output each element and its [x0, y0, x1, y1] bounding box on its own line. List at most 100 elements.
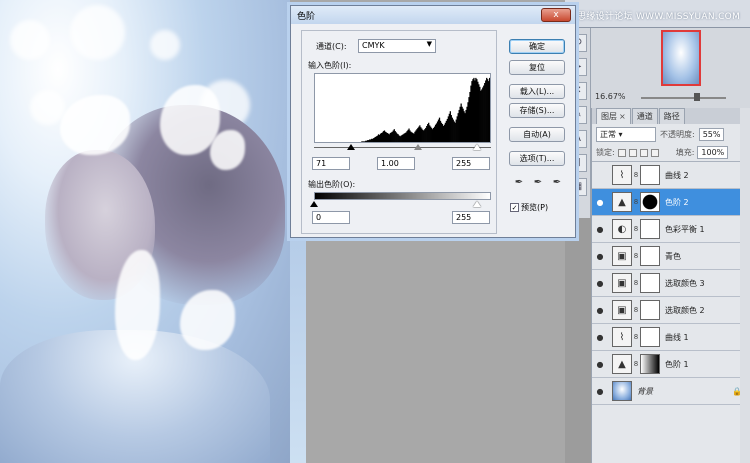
- histogram-bar: [489, 77, 490, 142]
- preview-checkbox[interactable]: ✓ 预览(P): [510, 202, 548, 213]
- bokeh-light: [10, 20, 50, 60]
- opacity-field[interactable]: 55%: [698, 127, 725, 141]
- white-eyedropper-icon[interactable]: ✒: [551, 177, 563, 189]
- layer-row[interactable]: ● ⌇ 8 曲线 1: [592, 324, 750, 351]
- zoom-slider-track[interactable]: [641, 97, 726, 99]
- navigator-thumbnail[interactable]: [661, 30, 701, 86]
- color-balance-icon: ◐: [612, 219, 632, 239]
- layer-mask[interactable]: [640, 192, 660, 212]
- checkbox-icon[interactable]: ✓: [510, 203, 519, 212]
- layer-name: 色彩平衡 1: [665, 224, 705, 234]
- curves-icon: ⌇: [612, 165, 632, 185]
- channel-select[interactable]: CMYK ▼: [358, 39, 436, 53]
- eye-icon[interactable]: ●: [592, 306, 608, 315]
- layer-row[interactable]: ● ◐ 8 色彩平衡 1: [592, 216, 750, 243]
- curves-icon: ⌇: [612, 327, 632, 347]
- dialog-title: 色阶: [297, 12, 316, 22]
- layer-name: 色阶 2: [665, 197, 689, 207]
- layer-name: 选取颜色 3: [665, 278, 705, 288]
- eye-icon[interactable]: ●: [592, 198, 608, 207]
- input-white-handle[interactable]: [473, 144, 481, 150]
- link-icon[interactable]: 8: [633, 225, 639, 233]
- input-slider-track[interactable]: [314, 147, 491, 148]
- layer-row[interactable]: ● ▣ 8 选取颜色 3: [592, 270, 750, 297]
- input-levels-label: 输入色阶(I):: [308, 61, 352, 70]
- bokeh-light: [70, 5, 125, 60]
- photo-image: [0, 0, 290, 463]
- options-button[interactable]: 选项(T)...: [509, 151, 565, 166]
- layer-row[interactable]: ⌇ 8 曲线 2: [592, 162, 750, 189]
- link-icon[interactable]: 8: [633, 252, 639, 260]
- output-black-field[interactable]: 0: [312, 211, 350, 224]
- layer-row[interactable]: ● ▣ 8 选取颜色 2: [592, 297, 750, 324]
- opacity-label: 不透明度:: [660, 129, 695, 139]
- layer-mask[interactable]: [640, 246, 660, 266]
- gray-eyedropper-icon[interactable]: ✒: [532, 177, 544, 189]
- input-black-field[interactable]: 71: [312, 157, 350, 170]
- tab-paths[interactable]: 路径: [658, 108, 685, 124]
- link-icon[interactable]: 8: [633, 279, 639, 287]
- histogram: [314, 73, 491, 143]
- layer-list: ⌇ 8 曲线 2 ● ▲ 8 色阶 2 ● ◐ 8 色彩平衡 1 ● ▣ 8 青色 ● ▣ 8 选取颜色 3 ● ▣ 8 选…: [592, 162, 750, 405]
- panel-tabs: 图层 × 通道 路径: [592, 108, 750, 124]
- black-eyedropper-icon[interactable]: ✒: [513, 177, 525, 189]
- input-white-field[interactable]: 255: [452, 157, 490, 170]
- top-bar: 思缘设计论坛 WWW.MISSYUAN.COM: [565, 0, 750, 28]
- layer-mask[interactable]: [640, 219, 660, 239]
- fill-label: 填充:: [675, 148, 695, 157]
- tab-layers[interactable]: 图层 ×: [596, 108, 631, 124]
- bokeh-light: [150, 30, 180, 60]
- levels-icon: ▲: [612, 354, 632, 374]
- output-black-handle[interactable]: [310, 201, 318, 207]
- blend-mode-select[interactable]: 正常 ▾: [596, 126, 656, 142]
- output-white-field[interactable]: 255: [452, 211, 490, 224]
- eye-icon[interactable]: ●: [592, 333, 608, 342]
- layer-mask[interactable]: [640, 300, 660, 320]
- load-button[interactable]: 载入(L)...: [509, 84, 565, 99]
- lock-transparency-icon[interactable]: [617, 148, 626, 157]
- tab-channels[interactable]: 通道: [631, 108, 658, 124]
- fill-field[interactable]: 100%: [697, 146, 729, 159]
- zoom-slider-knob[interactable]: [694, 93, 700, 101]
- link-icon[interactable]: 8: [633, 333, 639, 341]
- reset-button[interactable]: 复位: [509, 60, 565, 75]
- eye-icon[interactable]: ●: [592, 360, 608, 369]
- layer-name: 青色: [665, 251, 681, 261]
- link-icon[interactable]: 8: [633, 198, 639, 206]
- input-black-handle[interactable]: [347, 144, 355, 150]
- eye-icon[interactable]: ●: [592, 225, 608, 234]
- adjustment-icon: ▣: [612, 300, 632, 320]
- link-icon[interactable]: 8: [633, 171, 639, 179]
- close-button[interactable]: x: [541, 8, 571, 22]
- link-icon[interactable]: 8: [633, 306, 639, 314]
- layer-mask[interactable]: [640, 327, 660, 347]
- output-white-handle[interactable]: [473, 201, 481, 207]
- navigator-zoom[interactable]: 16.67%: [595, 92, 626, 101]
- input-gamma-handle[interactable]: [414, 144, 422, 150]
- lock-position-icon[interactable]: [639, 148, 648, 157]
- layer-name: 选取颜色 2: [665, 305, 705, 315]
- eye-icon[interactable]: ●: [592, 279, 608, 288]
- input-gamma-field[interactable]: 1.00: [377, 157, 415, 170]
- save-button[interactable]: 存储(S)...: [509, 103, 565, 118]
- layer-row[interactable]: ● ▲ 8 色阶 2: [592, 189, 750, 216]
- layer-mask[interactable]: [640, 165, 660, 185]
- lock-all-icon[interactable]: [650, 148, 659, 157]
- eye-icon[interactable]: ●: [592, 252, 608, 261]
- ok-button[interactable]: 确定: [509, 39, 565, 54]
- layer-row[interactable]: ● ▣ 8 青色: [592, 243, 750, 270]
- bokeh-light: [30, 90, 65, 125]
- layer-mask[interactable]: [640, 354, 660, 374]
- panel-scrollbar[interactable]: [740, 108, 750, 463]
- layer-row[interactable]: ● 背景 🔒: [592, 378, 750, 405]
- layer-name: 背景: [637, 386, 653, 396]
- lock-pixels-icon[interactable]: [628, 148, 637, 157]
- eye-icon[interactable]: ●: [592, 387, 608, 396]
- levels-icon: ▲: [612, 192, 632, 212]
- auto-button[interactable]: 自动(A): [509, 127, 565, 142]
- dialog-titlebar[interactable]: 色阶 x: [291, 6, 575, 24]
- adjustment-icon: ▣: [612, 246, 632, 266]
- layer-row[interactable]: ● ▲ 8 色阶 1: [592, 351, 750, 378]
- layer-mask[interactable]: [640, 273, 660, 293]
- link-icon[interactable]: 8: [633, 360, 639, 368]
